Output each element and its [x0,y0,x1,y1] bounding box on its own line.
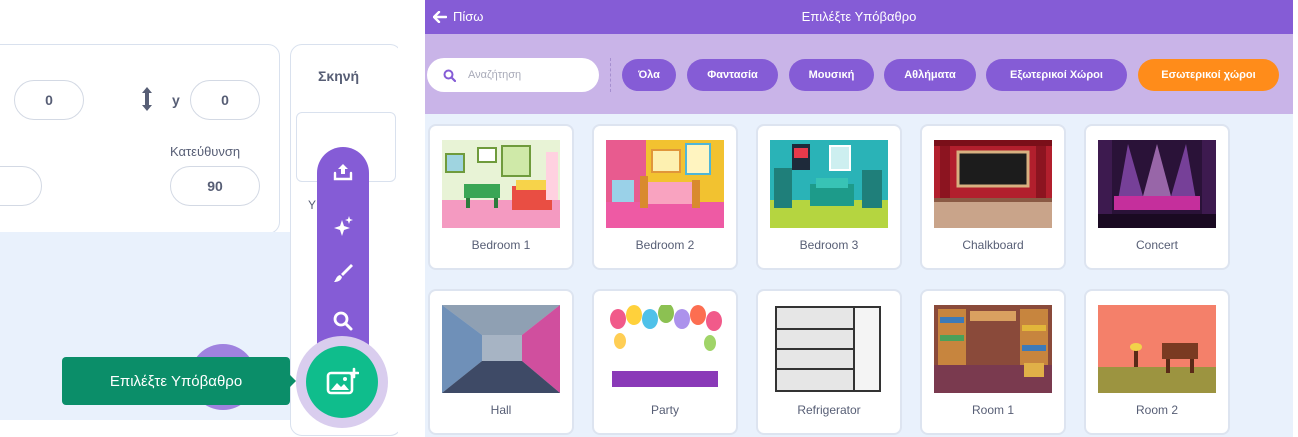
backdrop-thumbnail [442,140,560,228]
search-icon [333,311,353,331]
y-arrow-icon [142,87,152,111]
backdrop-name: Refrigerator [797,403,861,417]
x-input[interactable]: 0 [14,80,84,120]
surprise-backdrop-button[interactable] [330,213,356,239]
search-placeholder: Αναζήτηση [468,69,522,81]
backdrop-thumbnail [606,140,724,228]
library-title: Επιλέξτε Υπόβαθρο [801,9,917,24]
backdrop-thumbnail [1098,305,1216,393]
backdrop-card-refrigerator[interactable]: Refrigerator [756,289,902,435]
backdrop-thumbnail [1098,140,1216,228]
tag-indoors[interactable]: Εσωτερικοί χώροι [1138,59,1279,91]
tag-music[interactable]: Μουσική [789,59,874,91]
backdrop-thumbnail [442,305,560,393]
backdrop-card-party[interactable]: Party [592,289,738,435]
stage-title: Σκηνή [318,68,360,84]
backdrop-name: Concert [1135,238,1179,252]
backdrop-card-room-1[interactable]: Room 1 [920,289,1066,435]
backdrop-thumbnail [770,305,888,393]
backdrop-name: Bedroom 2 [635,238,695,252]
backdrop-name: Bedroom 1 [471,238,531,252]
search-backdrop-button[interactable] [330,308,356,334]
search-input[interactable]: Αναζήτηση [427,58,599,92]
backdrop-card-hall[interactable]: Hall [428,289,574,435]
backdrop-name: Room 1 [971,403,1015,417]
surprise-icon [334,216,353,236]
backdrop-card-bedroom-3[interactable]: Bedroom 3 [756,124,902,270]
direction-input[interactable]: 90 [170,166,260,206]
choose-backdrop-tooltip: Επιλέξτε Υπόβαθρο [62,357,290,405]
backdrop-thumbnail [606,305,724,393]
y-label: y [172,92,180,108]
backdrop-card-chalkboard[interactable]: Chalkboard [920,124,1066,270]
backdrop-library: Πίσω Επιλέξτε Υπόβαθρο Αναζήτηση Όλα Φαν… [425,0,1293,437]
filter-divider [610,58,611,92]
direction-label: Κατεύθυνση [170,144,241,159]
backdrop-name: Hall [490,403,512,417]
backdrop-name: Party [650,403,679,417]
backdrop-card-concert[interactable]: Concert [1084,124,1230,270]
paint-icon [334,264,353,282]
backdrop-name: Chalkboard [962,238,1024,252]
backdrop-card-bedroom-2[interactable]: Bedroom 2 [592,124,738,270]
paint-backdrop-button[interactable] [330,260,356,286]
backdrop-thumbnail [934,305,1052,393]
choose-backdrop-icon [326,367,359,395]
backdrop-name: Room 2 [1135,403,1179,417]
tooltip-arrow [288,373,296,389]
backdrop-name: Bedroom 3 [799,238,859,252]
backdrop-card-bedroom-1[interactable]: Bedroom 1 [428,124,574,270]
tag-all[interactable]: Όλα [622,59,676,91]
backdrop-thumbnail [934,140,1052,228]
backdrop-thumbnail [770,140,888,228]
library-header: Πίσω Επιλέξτε Υπόβαθρο [425,0,1293,34]
size-input[interactable] [0,166,42,206]
tag-fantasy[interactable]: Φαντασία [687,59,778,91]
tag-sports[interactable]: Αθλήματα [884,59,976,91]
choose-backdrop-button[interactable] [306,346,378,418]
upload-backdrop-button[interactable] [330,159,356,185]
y-input[interactable]: 0 [190,80,260,120]
editor-area: 0 y 0 Κατεύθυνση 90 Σκηνή Υa [0,0,398,437]
backdrop-card-room-2[interactable]: Room 2 [1084,289,1230,435]
upload-icon [333,164,353,181]
tag-outdoors[interactable]: Εξωτερικοί Χώροι [986,59,1127,91]
search-icon [443,69,456,82]
